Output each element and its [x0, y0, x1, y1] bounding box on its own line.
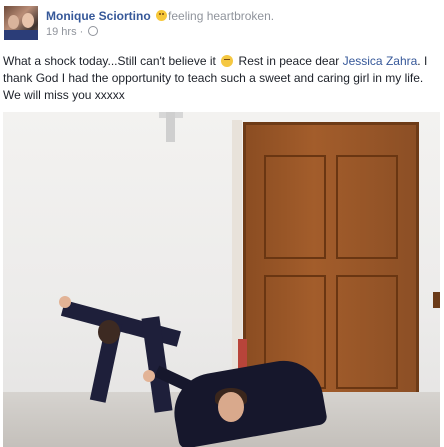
- post-text-part-1: What a shock today...Still can't believe…: [3, 54, 216, 68]
- feeling-text: feeling heartbroken.: [168, 9, 275, 23]
- author-name-link[interactable]: Monique Sciortino: [46, 9, 151, 23]
- post-photo[interactable]: [3, 112, 440, 447]
- timestamp-link[interactable]: 19 hrs: [46, 26, 77, 38]
- post-meta: 19 hrs ·: [46, 26, 99, 38]
- facebook-post: Monique Sciortino feeling heartbroken. 1…: [0, 0, 444, 447]
- sad-face-icon: [221, 55, 234, 67]
- post-header: Monique Sciortino feeling heartbroken.: [46, 9, 274, 23]
- author-avatar[interactable]: [4, 6, 38, 40]
- post-body-text: What a shock today...Still can't believe…: [3, 53, 439, 104]
- post-text-part-2: Rest in peace dear: [235, 54, 343, 68]
- globe-icon[interactable]: [88, 26, 99, 36]
- meta-separator: ·: [79, 26, 84, 38]
- tagged-person-link[interactable]: Jessica Zahra: [343, 54, 418, 68]
- heartbroken-face-icon: [156, 10, 168, 21]
